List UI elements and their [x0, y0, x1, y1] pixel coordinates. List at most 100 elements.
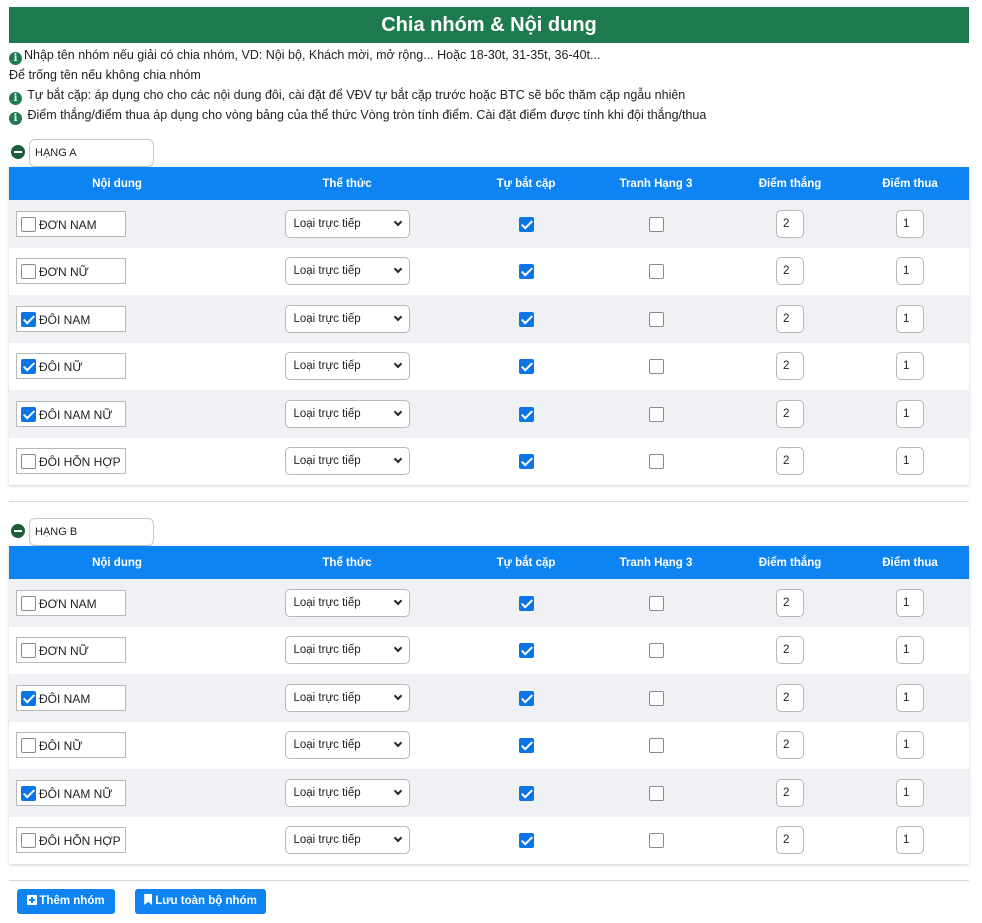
- third-place-checkbox[interactable]: [648, 216, 664, 232]
- third-place-checkbox[interactable]: [648, 643, 664, 659]
- content-select-checkbox[interactable]: [21, 833, 36, 849]
- content-select-checkbox[interactable]: [21, 643, 36, 659]
- content-cell: ĐƠN NỮ: [9, 247, 225, 295]
- lose-points-input[interactable]: 1: [896, 399, 924, 428]
- format-select[interactable]: Loại trực tiếp: [284, 636, 410, 665]
- content-item[interactable]: ĐÔI NAM NỮ: [16, 779, 126, 806]
- lose-points-cell: 1: [851, 437, 969, 485]
- remove-group-icon[interactable]: [11, 524, 25, 538]
- format-select[interactable]: Loại trực tiếp: [284, 826, 410, 855]
- remove-group-icon[interactable]: [11, 145, 25, 159]
- third-place-checkbox[interactable]: [648, 264, 664, 280]
- content-item[interactable]: ĐƠN NAM: [16, 210, 126, 237]
- format-select[interactable]: Loại trực tiếp: [284, 447, 410, 476]
- auto-pair-checkbox[interactable]: [518, 406, 534, 422]
- third-place-checkbox[interactable]: [648, 690, 664, 706]
- win-points-input[interactable]: 2: [776, 588, 804, 617]
- content-item[interactable]: ĐƠN NỮ: [16, 637, 126, 664]
- lose-points-input[interactable]: 1: [896, 352, 924, 381]
- third-place-checkbox[interactable]: [648, 311, 664, 327]
- content-item[interactable]: ĐÔI HỖN HỢP: [16, 448, 126, 475]
- lose-points-input[interactable]: 1: [896, 257, 924, 286]
- third-place-checkbox[interactable]: [648, 785, 664, 801]
- auto-pair-checkbox[interactable]: [518, 785, 534, 801]
- third-place-checkbox[interactable]: [648, 359, 664, 375]
- format-select[interactable]: Loại trực tiếp: [284, 209, 410, 238]
- win-points-input[interactable]: 2: [776, 636, 804, 665]
- third-place-cell: [583, 579, 729, 627]
- chevron-down-icon: [393, 786, 402, 795]
- lose-points-input[interactable]: 1: [896, 588, 924, 617]
- auto-pair-checkbox[interactable]: [518, 264, 534, 280]
- win-points-input[interactable]: 2: [776, 826, 804, 855]
- format-value: Loại trực tiếp: [293, 691, 361, 704]
- win-points-input[interactable]: 2: [776, 399, 804, 428]
- win-points-input[interactable]: 2: [776, 304, 804, 333]
- lose-points-input[interactable]: 1: [896, 447, 924, 476]
- win-points-input[interactable]: 2: [776, 731, 804, 760]
- format-cell: Loại trực tiếp: [225, 816, 469, 864]
- auto-pair-checkbox[interactable]: [518, 738, 534, 754]
- lose-points-input[interactable]: 1: [896, 731, 924, 760]
- win-points-input[interactable]: 2: [776, 209, 804, 238]
- win-points-input[interactable]: 2: [776, 778, 804, 807]
- add-group-button[interactable]: Thêm nhóm: [17, 889, 115, 914]
- third-place-checkbox[interactable]: [648, 454, 664, 470]
- lose-points-input[interactable]: 1: [896, 826, 924, 855]
- third-place-checkbox[interactable]: [648, 595, 664, 611]
- format-select[interactable]: Loại trực tiếp: [284, 731, 410, 760]
- content-select-checkbox[interactable]: [21, 359, 36, 375]
- group-name-input[interactable]: [29, 518, 154, 546]
- content-select-checkbox[interactable]: [21, 454, 36, 470]
- content-item[interactable]: ĐÔI HỖN HỢP: [16, 827, 126, 854]
- format-select[interactable]: Loại trực tiếp: [284, 352, 410, 381]
- lose-points-input[interactable]: 1: [896, 209, 924, 238]
- content-select-checkbox[interactable]: [21, 690, 36, 706]
- lose-points-input[interactable]: 1: [896, 778, 924, 807]
- content-select-checkbox[interactable]: [21, 738, 36, 754]
- auto-pair-checkbox[interactable]: [518, 595, 534, 611]
- auto-pair-checkbox[interactable]: [518, 311, 534, 327]
- content-item[interactable]: ĐÔI NỮ: [16, 732, 126, 759]
- win-points-input[interactable]: 2: [776, 257, 804, 286]
- content-select-checkbox[interactable]: [21, 406, 36, 422]
- third-place-checkbox[interactable]: [648, 406, 664, 422]
- third-place-checkbox[interactable]: [648, 833, 664, 849]
- auto-pair-checkbox[interactable]: [518, 690, 534, 706]
- content-select-checkbox[interactable]: [21, 595, 36, 611]
- format-select[interactable]: Loại trực tiếp: [284, 257, 410, 286]
- lose-points-input[interactable]: 1: [896, 683, 924, 712]
- content-select-checkbox[interactable]: [21, 264, 36, 280]
- win-points-input[interactable]: 2: [776, 683, 804, 712]
- group-name-input[interactable]: [29, 139, 154, 167]
- third-place-checkbox[interactable]: [648, 738, 664, 754]
- content-item[interactable]: ĐÔI NAM: [16, 305, 126, 332]
- format-select[interactable]: Loại trực tiếp: [284, 778, 410, 807]
- win-points-input[interactable]: 2: [776, 447, 804, 476]
- content-select-checkbox[interactable]: [21, 311, 36, 327]
- content-select-checkbox[interactable]: [21, 216, 36, 232]
- lose-points-input[interactable]: 1: [896, 304, 924, 333]
- content-cell: ĐÔI NAM NỮ: [9, 769, 225, 817]
- format-select[interactable]: Loại trực tiếp: [284, 399, 410, 428]
- format-select[interactable]: Loại trực tiếp: [284, 304, 410, 333]
- format-select[interactable]: Loại trực tiếp: [284, 588, 410, 617]
- table-header-row: Nội dung Thể thức Tự bắt cặp Tranh Hạng …: [9, 167, 969, 200]
- auto-pair-checkbox[interactable]: [518, 643, 534, 659]
- auto-pair-checkbox[interactable]: [518, 454, 534, 470]
- content-item[interactable]: ĐÔI NAM NỮ: [16, 400, 126, 427]
- format-select[interactable]: Loại trực tiếp: [284, 683, 410, 712]
- info-line: i Tự bắt cặp: áp dụng cho cho các nội du…: [9, 85, 969, 105]
- content-item[interactable]: ĐÔI NỮ: [16, 353, 126, 380]
- content-select-checkbox[interactable]: [21, 785, 36, 801]
- auto-pair-checkbox[interactable]: [518, 359, 534, 375]
- content-item[interactable]: ĐƠN NỮ: [16, 258, 126, 285]
- content-item[interactable]: ĐƠN NAM: [16, 589, 126, 616]
- lose-points-input[interactable]: 1: [896, 636, 924, 665]
- auto-pair-checkbox[interactable]: [518, 833, 534, 849]
- win-points-input[interactable]: 2: [776, 352, 804, 381]
- content-item[interactable]: ĐÔI NAM: [16, 684, 126, 711]
- column-header-format: Thể thức: [225, 167, 469, 200]
- save-all-groups-button[interactable]: Lưu toàn bộ nhóm: [135, 889, 266, 914]
- auto-pair-checkbox[interactable]: [518, 216, 534, 232]
